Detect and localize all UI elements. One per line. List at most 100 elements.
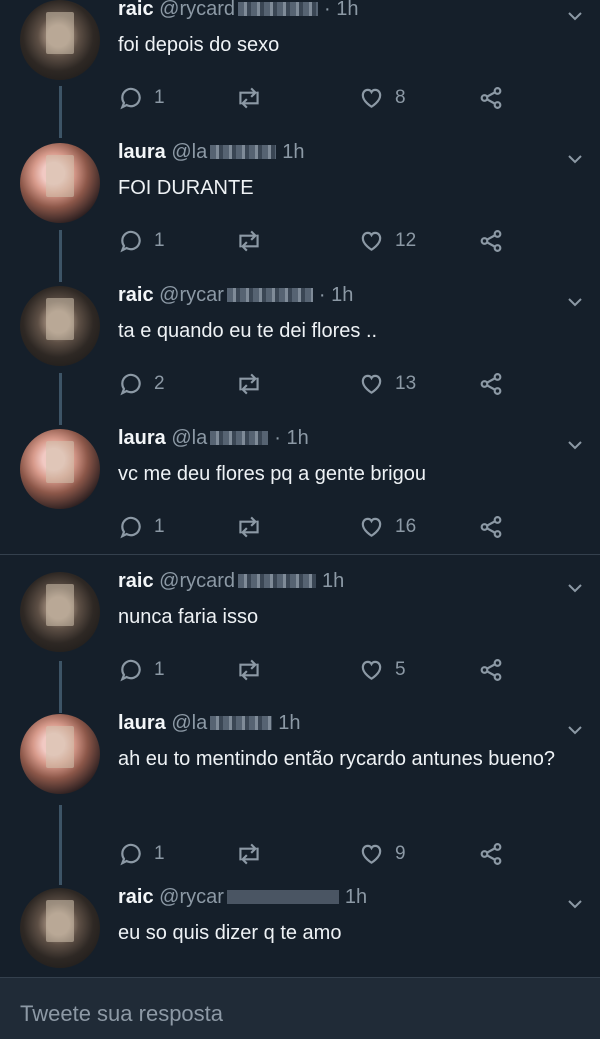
avatar[interactable] [20,572,100,652]
author-handle: @rycar [159,284,224,306]
tweet-header: raic @rycard · 1h [118,0,359,21]
reply-placeholder: Tweete sua resposta [20,1001,224,1026]
retweet-button[interactable] [234,370,264,398]
avatar[interactable] [20,286,100,366]
tweet-header: laura @la · 1h [118,427,309,450]
avatar[interactable] [20,888,100,968]
like-button[interactable]: 12 [358,227,416,255]
tweet-time: · 1h [324,0,359,20]
share-button[interactable] [478,513,504,541]
reply-count: 1 [154,230,165,251]
chevron-down-icon[interactable] [568,896,582,909]
like-count: 5 [395,659,406,680]
share-button[interactable] [478,84,504,112]
author-handle: @la [171,427,208,449]
like-button[interactable]: 5 [358,656,406,684]
retweet-button[interactable] [234,513,264,541]
reply-count: 1 [154,843,165,864]
reply-button[interactable]: 1 [118,656,165,684]
chevron-down-icon[interactable] [568,8,582,21]
reply-button[interactable]: 1 [118,84,165,112]
tweet-4[interactable]: laura @la · 1h vc me deu flores pq a gent… [0,427,600,569]
author-handle: @rycard [159,570,236,592]
chevron-down-icon[interactable] [568,722,582,735]
retweet-button[interactable] [234,656,264,684]
like-count: 12 [395,230,417,251]
redaction-bar [238,573,317,588]
tweet-text: ah eu to mentindo então rycardo antunes … [118,748,555,770]
avatar[interactable] [20,143,100,223]
author-handle: @la [171,712,208,734]
author-handle: @la [171,141,208,163]
share-button[interactable] [478,656,504,684]
share-button[interactable] [478,840,504,868]
author-name: raic [118,0,154,20]
author-handle: @rycard [159,0,236,20]
tweet-header: laura @la 1h [118,712,301,735]
tweet-2[interactable]: laura @la 1h FOI DURANTE 1 12 [0,141,600,283]
tweet-actions: 1 8 [118,84,508,114]
tweet-actions: 1 9 [118,840,508,870]
tweet-actions: 1 16 [118,513,508,543]
reply-count: 1 [154,87,165,108]
chevron-down-icon[interactable] [568,294,582,307]
like-count: 13 [395,373,417,394]
tweet-text: FOI DURANTE [118,177,254,199]
author-name: raic [118,886,154,908]
reply-button[interactable]: 1 [118,227,165,255]
avatar[interactable] [20,429,100,509]
author-name: laura [118,427,166,449]
tweet-header: raic @rycar 1h [118,886,367,909]
tweet-header: raic @rycard 1h [118,570,344,593]
tweet-3[interactable]: raic @rycar · 1h ta e quando eu te dei fl… [0,284,600,426]
tweet-text: nunca faria isso [118,606,259,628]
redaction-bar [226,889,339,904]
like-button[interactable]: 13 [358,370,416,398]
tweet-time: 1h [322,570,345,592]
redaction-bar [210,715,273,730]
tweet-time: · 1h [318,284,354,306]
tweet-header: laura @la 1h [118,141,305,164]
tweet-1[interactable]: raic @rycard · 1h foi depois do sexo 1 8 [0,0,600,140]
avatar[interactable] [20,0,100,80]
tweet-5[interactable]: raic @rycard 1h nunca faria isso 1 5 [0,570,600,712]
tweet-text: foi depois do sexo [118,34,280,56]
author-name: raic [118,570,154,592]
like-count: 8 [395,87,406,108]
author-name: raic [118,284,154,306]
tweet-time: 1h [344,886,368,908]
tweet-actions: 1 12 [118,227,508,257]
like-button[interactable]: 9 [358,840,406,868]
like-count: 16 [395,516,417,537]
author-handle: @rycar [159,886,224,908]
author-name: laura [118,712,166,734]
tweet-text: eu so quis dizer q te amo [118,922,342,944]
tweet-time: · 1h [274,427,309,449]
tweet-header: raic @rycar · 1h [118,284,353,307]
reply-button[interactable]: 1 [118,840,165,868]
like-button[interactable]: 16 [358,513,416,541]
tweet-text: vc me deu flores pq a gente brigou [118,463,426,485]
tweet-actions: 2 13 [118,370,508,400]
redaction-bar [226,287,313,302]
chevron-down-icon[interactable] [568,437,582,450]
reply-button[interactable]: 1 [118,513,165,541]
retweet-button[interactable] [234,840,264,868]
avatar[interactable] [20,714,100,794]
retweet-button[interactable] [234,84,264,112]
reply-composer[interactable]: Tweete sua resposta [0,977,600,1039]
tweet-6[interactable]: laura @la 1h ah eu to mentindo então ryca… [0,712,600,866]
like-button[interactable]: 8 [358,84,406,112]
chevron-down-icon[interactable] [568,580,582,593]
tweet-time: 1h [282,141,305,163]
share-button[interactable] [478,227,504,255]
author-name: laura [118,141,166,163]
reply-count: 1 [154,659,165,680]
share-button[interactable] [478,370,504,398]
reply-button[interactable]: 2 [118,370,165,398]
retweet-button[interactable] [234,227,264,255]
tweet-text: ta e quando eu te dei flores .. [118,320,378,342]
chevron-down-icon[interactable] [568,151,582,164]
redaction-bar [238,1,319,16]
like-count: 9 [395,843,406,864]
